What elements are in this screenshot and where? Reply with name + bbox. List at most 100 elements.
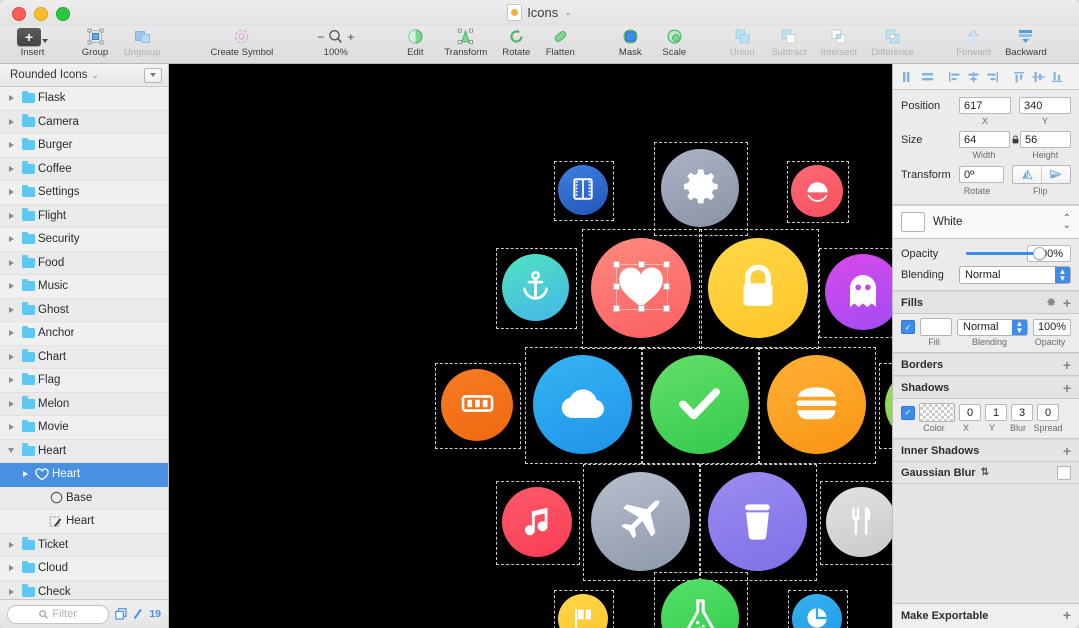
rotate-button[interactable]: Rotate <box>494 27 538 58</box>
flip-vertical-icon[interactable] <box>1041 166 1070 183</box>
layer-row[interactable]: Heart <box>0 510 168 534</box>
size-height-field[interactable]: 56 <box>1020 131 1071 148</box>
make-exportable-row[interactable]: Make Exportable + <box>893 603 1079 628</box>
canvas-icon-flask[interactable] <box>661 579 739 628</box>
canvas-icon-burger[interactable] <box>767 355 866 454</box>
align-vertical-center-icon[interactable] <box>1030 68 1047 85</box>
flip-buttons[interactable] <box>1012 165 1071 184</box>
opacity-slider[interactable] <box>966 247 1046 260</box>
layer-row[interactable]: Movie <box>0 416 168 440</box>
document-title[interactable]: Icons ⌄ <box>0 4 1079 21</box>
disclosure-triangle[interactable] <box>4 236 18 243</box>
resize-handle[interactable] <box>612 304 620 312</box>
layers-list[interactable]: Flask Camera Burger Coffee Settings Flight Sec… <box>0 87 168 599</box>
canvas-icon-music[interactable] <box>502 487 572 557</box>
canvas-icon-check[interactable] <box>650 355 749 454</box>
resize-handle[interactable] <box>637 304 645 312</box>
layer-row[interactable]: Chart <box>0 345 168 369</box>
disclosure-triangle[interactable] <box>4 283 18 290</box>
layer-row[interactable]: Cloud <box>0 557 168 581</box>
shadow-y-field[interactable]: 1 <box>985 404 1007 421</box>
disclosure-triangle[interactable] <box>4 95 18 102</box>
canvas-icon-anchor[interactable] <box>502 254 569 321</box>
position-y-field[interactable]: 340 <box>1019 97 1071 114</box>
duplicate-layers-icon[interactable] <box>115 608 127 620</box>
disclosure-triangle[interactable] <box>4 142 18 149</box>
resize-handle[interactable] <box>662 260 670 268</box>
layer-row[interactable]: Settings <box>0 181 168 205</box>
color-stepper-icon[interactable]: ⌃ ⌄ <box>1063 214 1071 231</box>
zoom-control[interactable]: − + 100% <box>310 27 361 59</box>
zoom-icon[interactable] <box>328 29 343 44</box>
shadow-spread-field[interactable]: 0 <box>1037 404 1059 421</box>
align-top-icon[interactable] <box>1011 68 1028 85</box>
ungroup-button[interactable]: Ungroup <box>117 27 167 58</box>
fill-opacity-field[interactable]: 100% <box>1033 318 1071 336</box>
layer-row[interactable]: Anchor <box>0 322 168 346</box>
fill-blending-select[interactable]: Normal ▲ ▼ <box>957 318 1028 336</box>
create-symbol-button[interactable]: Create Symbol <box>203 27 280 58</box>
layer-row[interactable]: Melon <box>0 392 168 416</box>
filter-input[interactable]: Filter <box>7 604 110 624</box>
canvas-icon-melon[interactable] <box>791 165 843 217</box>
blur-type-stepper-icon[interactable]: ⇅ <box>981 468 989 478</box>
canvas-icon-chart[interactable] <box>792 594 842 628</box>
disclosure-triangle[interactable] <box>4 588 18 595</box>
layer-row[interactable]: Security <box>0 228 168 252</box>
disclosure-triangle[interactable] <box>4 353 18 360</box>
position-x-field[interactable]: 617 <box>959 97 1011 114</box>
disclosure-triangle[interactable] <box>4 212 18 219</box>
color-row[interactable]: White ⌃ ⌄ <box>893 205 1079 239</box>
forward-button[interactable]: Forward <box>949 27 998 58</box>
fill-enabled-checkbox[interactable]: ✓ <box>901 320 915 334</box>
canvas-icon-flight[interactable] <box>591 472 690 571</box>
layer-row[interactable]: Burger <box>0 134 168 158</box>
canvas-icon-flag[interactable] <box>558 594 608 628</box>
align-left-icon[interactable] <box>900 68 917 85</box>
add-shadow-button[interactable]: + <box>1063 381 1071 395</box>
disclosure-triangle[interactable] <box>4 448 18 454</box>
align-horizontal-right-icon[interactable] <box>984 68 1001 85</box>
shadow-color-swatch[interactable] <box>919 403 955 422</box>
disclosure-triangle[interactable] <box>4 400 18 407</box>
resize-handle[interactable] <box>662 282 670 290</box>
vector-layers-icon[interactable] <box>133 608 143 620</box>
rotate-field[interactable]: 0º <box>959 166 1004 183</box>
gaussian-blur-checkbox[interactable] <box>1057 465 1071 480</box>
layer-row[interactable]: Check <box>0 580 168 599</box>
gear-icon[interactable]: ✸ <box>1047 296 1056 309</box>
artboard-selector[interactable]: Rounded Icons ⌄ <box>0 64 168 87</box>
subtract-button[interactable]: Subtract <box>764 27 813 58</box>
canvas-icon-ticket[interactable] <box>441 369 513 441</box>
align-bottom-icon[interactable] <box>1049 68 1066 85</box>
layer-row[interactable]: Coffee <box>0 157 168 181</box>
add-export-button[interactable]: + <box>1063 607 1071 623</box>
canvas-icon-settings[interactable] <box>661 149 739 227</box>
disclosure-triangle[interactable] <box>4 259 18 266</box>
resize-handle[interactable] <box>612 260 620 268</box>
insert-button[interactable]: + Insert <box>10 27 55 58</box>
edit-button[interactable]: Edit <box>393 27 437 58</box>
add-border-button[interactable]: + <box>1063 358 1071 372</box>
shadow-blur-field[interactable]: 3 <box>1011 404 1033 421</box>
transform-button[interactable]: Transform <box>437 27 494 58</box>
canvas-icon-coffee[interactable] <box>708 472 807 571</box>
disclosure-triangle[interactable] <box>4 424 18 431</box>
chevron-down-icon[interactable]: ⌄ <box>564 7 572 18</box>
disclosure-triangle[interactable] <box>18 471 32 478</box>
shadow-enabled-checkbox[interactable]: ✓ <box>901 405 915 420</box>
difference-button[interactable]: Difference <box>864 27 921 58</box>
layer-row[interactable]: Flask <box>0 87 168 111</box>
disclosure-triangle[interactable] <box>4 189 18 196</box>
canvas-icon-food[interactable] <box>826 487 892 557</box>
layer-row[interactable]: Flight <box>0 204 168 228</box>
canvas-icon-cloud[interactable] <box>533 355 632 454</box>
layer-row[interactable]: Base <box>0 486 168 510</box>
align-horizontal-left-icon[interactable] <box>946 68 963 85</box>
disclosure-triangle[interactable] <box>4 541 18 548</box>
backward-button[interactable]: Backward <box>998 27 1054 58</box>
resize-handle[interactable] <box>612 282 620 290</box>
disclosure-triangle[interactable] <box>4 165 18 172</box>
layer-row[interactable]: Camera <box>0 110 168 134</box>
zoom-out-button[interactable]: − <box>317 30 324 44</box>
